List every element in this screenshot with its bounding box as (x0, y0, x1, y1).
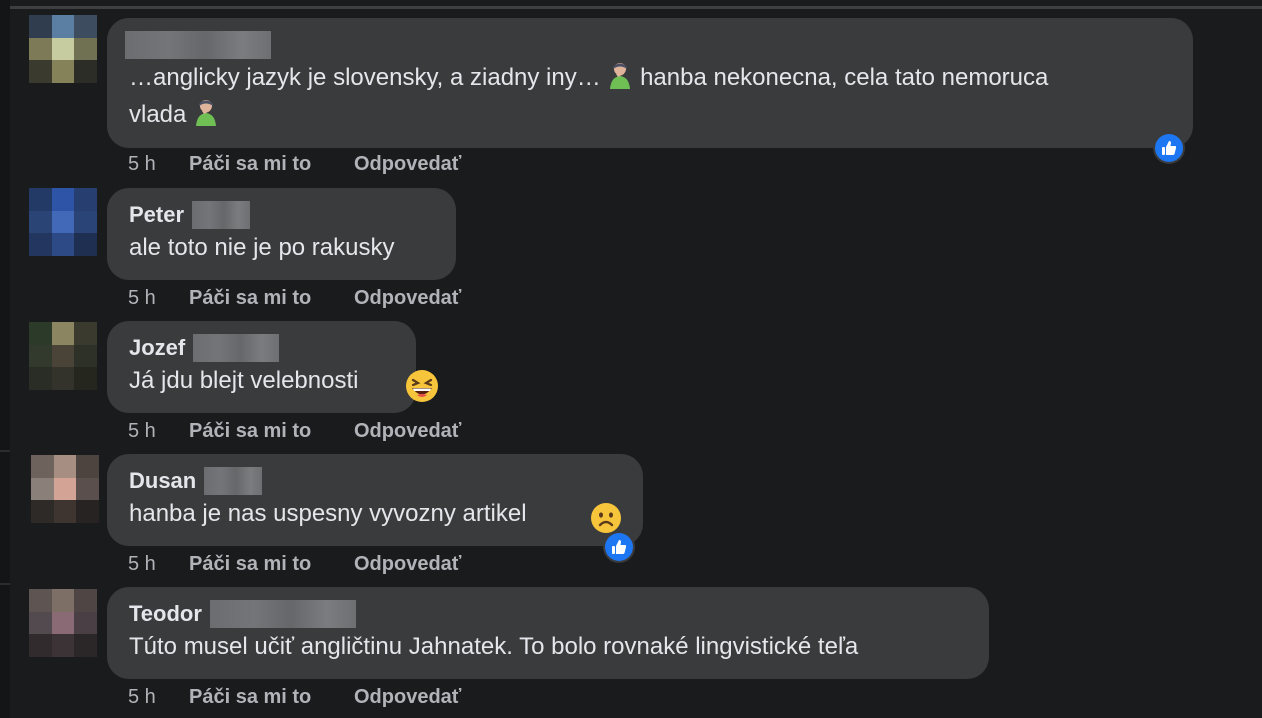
comment-bubble: Dusan hanba je nas uspesny vyvozny artik… (107, 454, 643, 546)
left-scroll-edge (0, 0, 10, 718)
redacted-name (193, 334, 280, 362)
like-button[interactable]: Páči sa mi to (189, 287, 354, 310)
comment-text: Já jdu blejt velebnosti (129, 367, 366, 394)
comment-text: …anglicky jazyk je slovensky, a ziadny i… (129, 59, 1171, 133)
author-line: Dusan (129, 467, 621, 495)
like-reaction-icon[interactable] (1153, 132, 1185, 164)
author-name[interactable]: Peter (129, 202, 184, 228)
frowning-face-icon (590, 502, 622, 534)
avatar[interactable] (29, 589, 97, 657)
author-line: Jozef (129, 334, 394, 362)
reply-button[interactable]: Odpovedať (354, 420, 461, 443)
reply-button[interactable]: Odpovedať (354, 686, 461, 709)
redacted-name (209, 600, 356, 628)
comment-bubble: Peter ale toto nie je po rakusky (107, 188, 456, 280)
reply-button[interactable]: Odpovedať (354, 553, 461, 576)
comment-text: Túto musel učiť angličtinu Jahnatek. To … (129, 633, 859, 660)
author-line (125, 31, 1171, 59)
like-button[interactable]: Páči sa mi to (189, 686, 354, 709)
comment-actions: 5 h Páči sa mi to Odpovedať (128, 552, 461, 576)
avatar[interactable] (29, 322, 97, 390)
like-button[interactable]: Páči sa mi to (189, 420, 354, 443)
timestamp[interactable]: 5 h (128, 686, 189, 709)
comment-text: hanba je nas uspesny vyvozny artikel (129, 500, 534, 527)
redacted-name (192, 201, 251, 229)
redacted-name (125, 31, 271, 59)
timestamp[interactable]: 5 h (128, 153, 189, 176)
person-facepalming-icon (193, 98, 219, 126)
author-name[interactable]: Jozef (129, 335, 185, 361)
grinning-squinting-face-icon (405, 369, 438, 402)
comment-actions: 5 h Páči sa mi to Odpovedať (128, 152, 461, 176)
like-button[interactable]: Páči sa mi to (189, 153, 354, 176)
avatar[interactable] (29, 188, 97, 256)
comment-text: ale toto nie je po rakusky (129, 234, 395, 261)
like-button[interactable]: Páči sa mi to (189, 553, 354, 576)
comment-actions: 5 h Páči sa mi to Odpovedať (128, 685, 461, 709)
like-reaction-icon[interactable] (603, 531, 635, 563)
person-facepalming-icon (607, 61, 633, 89)
author-line: Teodor (129, 600, 967, 628)
timestamp[interactable]: 5 h (128, 287, 189, 310)
comment-bubble: …anglicky jazyk je slovensky, a ziadny i… (107, 18, 1193, 148)
comment-actions: 5 h Páči sa mi to Odpovedať (128, 419, 461, 443)
author-name[interactable]: Dusan (129, 468, 196, 494)
timestamp[interactable]: 5 h (128, 420, 189, 443)
timestamp[interactable]: 5 h (128, 553, 189, 576)
avatar[interactable] (29, 15, 97, 83)
redacted-name (204, 467, 263, 495)
author-line: Peter (129, 201, 434, 229)
comment-bubble: Teodor Túto musel učiť angličtinu Jahnat… (107, 587, 989, 679)
author-name[interactable]: Teodor (129, 601, 202, 627)
comment-bubble: Jozef Já jdu blejt velebnosti (107, 321, 416, 413)
reply-button[interactable]: Odpovedať (354, 287, 461, 310)
avatar[interactable] (31, 455, 99, 523)
top-divider (10, 6, 1262, 9)
comment-actions: 5 h Páči sa mi to Odpovedať (128, 286, 461, 310)
reply-button[interactable]: Odpovedať (354, 153, 461, 176)
